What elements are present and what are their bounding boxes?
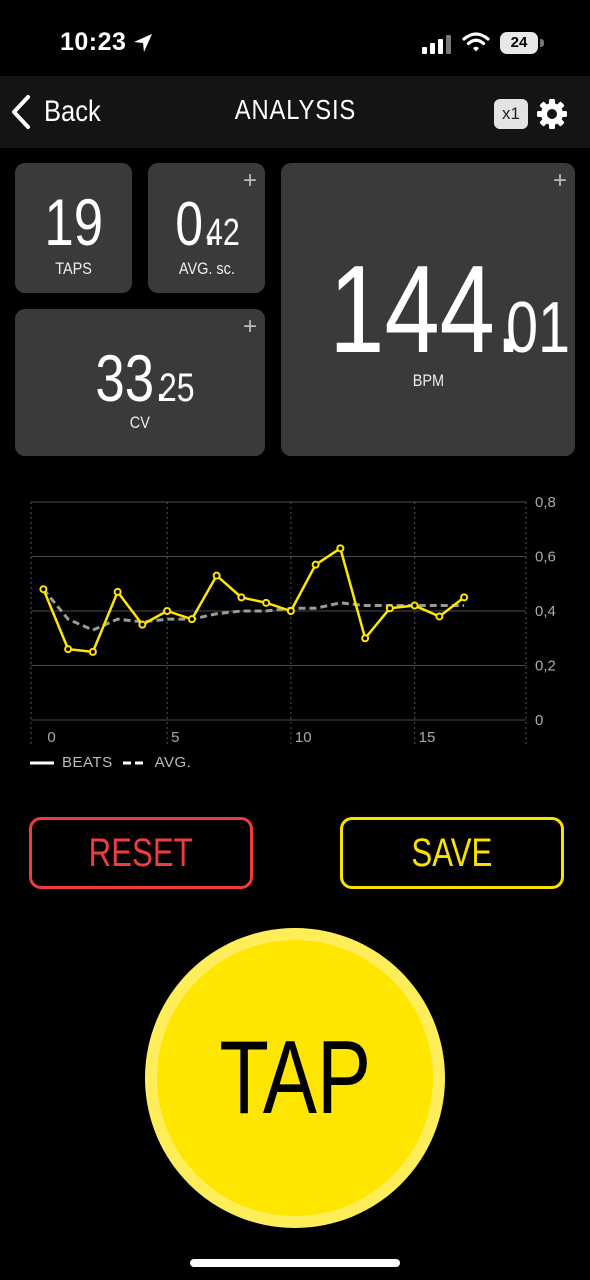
taps-value: 19 [15, 189, 132, 255]
beats-point [212, 571, 221, 580]
beats-point [113, 587, 122, 596]
beats-point [163, 607, 172, 615]
avg-line [42, 588, 465, 632]
legend-beats-label: BEATS [62, 754, 113, 771]
speed-multiplier-button[interactable]: x1 [494, 99, 528, 129]
cv-value-int: 33. [95, 341, 169, 415]
beats-point [336, 544, 345, 553]
bpm-card: + 144.01 BPM [281, 163, 575, 456]
chart-legend: BEATS AVG. [30, 754, 191, 771]
y-tick-label: 0 [535, 712, 543, 729]
avg-label-text: AVG. sc. [178, 259, 235, 278]
beats-point [460, 593, 469, 602]
cv-label-text: CV [129, 413, 151, 432]
reset-button[interactable]: RESET [29, 817, 253, 889]
cv-value-dec: 25 [158, 366, 195, 410]
beats-point [361, 634, 370, 643]
battery-level: 24 [500, 32, 538, 54]
taps-label: TAPS [15, 259, 132, 279]
avg-card: + 0.42 AVG. sc. [148, 163, 265, 293]
gear-icon[interactable] [536, 98, 568, 130]
cv-label: CV [15, 413, 265, 433]
legend-avg-label: AVG. [154, 754, 192, 771]
cv-card: + 33.25 CV [15, 309, 265, 456]
save-label: SAVE [411, 830, 493, 875]
bpm-value-int: 144. [329, 241, 523, 379]
avg-add-icon[interactable]: + [243, 169, 257, 193]
cv-add-icon[interactable]: + [243, 315, 257, 339]
bpm-add-icon[interactable]: + [553, 169, 567, 193]
beats-point [435, 612, 444, 621]
home-indicator [190, 1259, 400, 1267]
y-tick-label: 0,2 [535, 658, 556, 675]
battery-indicator: 24 [500, 32, 546, 54]
legend-avg-swatch [122, 761, 147, 764]
cellular-signal-icon [422, 35, 451, 54]
beats-point [286, 607, 295, 615]
bpm-value-dec: 01 [506, 288, 571, 368]
y-tick-label: 0,6 [535, 549, 556, 566]
beats-point [262, 598, 271, 607]
x-tick-label: 15 [419, 729, 436, 746]
avg-label: AVG. sc. [148, 259, 265, 279]
beats-point [39, 585, 48, 594]
taps-card: 19 TAPS [15, 163, 132, 293]
beats-chart: 0 0,2 0,4 0,6 0,8 0 5 10 15 [30, 494, 556, 746]
status-time: 10:23 [60, 28, 127, 56]
beats-point [88, 647, 97, 656]
location-arrow-icon [134, 34, 152, 52]
beats-point [187, 615, 196, 624]
beats-point [138, 620, 147, 629]
taps-label-text: TAPS [55, 259, 92, 278]
beats-line [42, 547, 465, 654]
page-title-text: ANALYSIS [234, 94, 356, 125]
bpm-label: BPM [281, 371, 575, 391]
taps-value-text: 19 [44, 185, 103, 259]
beats-point [64, 645, 73, 654]
avg-value-dec: 42 [206, 212, 241, 254]
beats-point [385, 604, 394, 613]
beats-point [237, 593, 246, 602]
bpm-label-text: BPM [412, 371, 444, 390]
beats-point [410, 601, 419, 610]
wifi-icon [462, 32, 490, 52]
beats-point [311, 560, 320, 569]
x-tick-label: 10 [295, 729, 312, 746]
battery-cap [540, 39, 544, 47]
reset-label: RESET [88, 830, 194, 875]
y-tick-label: 0,8 [535, 494, 556, 511]
x-tick-label: 5 [171, 729, 179, 746]
tap-button-face[interactable]: TAP [157, 940, 433, 1216]
tap-label: TAP [219, 1019, 371, 1136]
legend-beats-swatch [30, 761, 54, 764]
y-tick-label: 0,4 [535, 603, 556, 620]
save-button[interactable]: SAVE [340, 817, 564, 889]
tap-button[interactable]: TAP [145, 928, 445, 1228]
x-tick-label: 0 [47, 729, 55, 746]
